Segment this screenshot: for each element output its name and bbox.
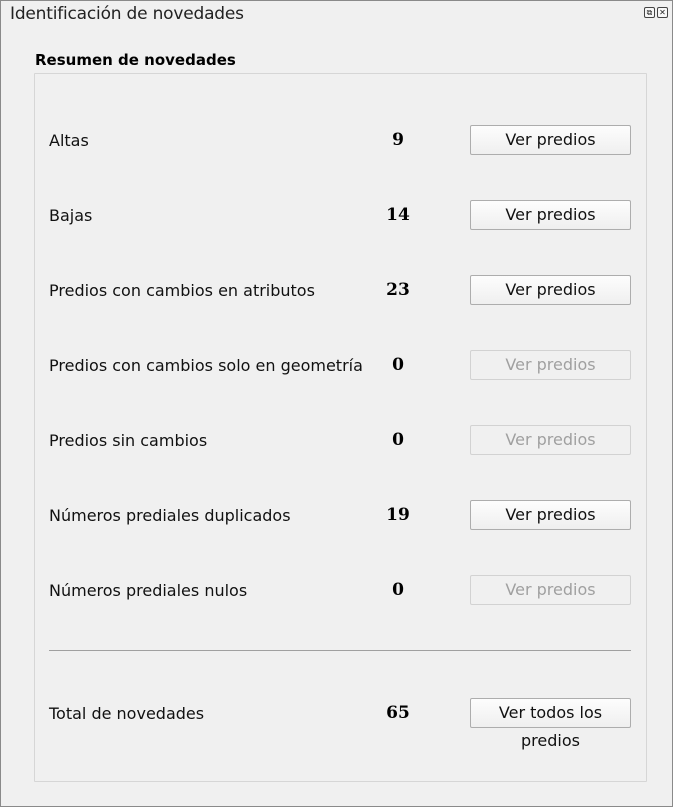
row-label: Predios con cambios en atributos [49,281,315,300]
ver-predios-duplicados-button[interactable]: Ver predios [470,500,631,530]
row-label: Predios sin cambios [49,431,208,450]
total-count: 65 [386,703,410,723]
row-count: 23 [386,280,410,300]
ver-predios-sin-cambios-button: Ver predios [470,425,631,455]
row-duplicados: Números prediales duplicados 19 Ver pred… [35,500,646,530]
row-count: 9 [392,130,404,150]
row-count: 19 [386,505,410,525]
row-label: Altas [49,131,89,150]
close-icon[interactable]: ✕ [657,7,668,18]
ver-predios-altas-button[interactable]: Ver predios [470,125,631,155]
dialog-window: Identificación de novedades ⧉ ✕ Resumen … [0,0,673,807]
divider [49,650,631,651]
row-count: 0 [392,355,404,375]
ver-predios-geometria-button: Ver predios [470,350,631,380]
row-label: Números prediales nulos [49,581,248,600]
row-nulos: Números prediales nulos 0 Ver predios [35,575,646,605]
row-label: Predios con cambios solo en geometría [49,356,363,375]
restore-icon[interactable]: ⧉ [644,7,655,18]
total-label: Total de novedades [49,704,205,723]
ver-predios-atributos-button[interactable]: Ver predios [470,275,631,305]
row-cambios-geometria: Predios con cambios solo en geometría 0 … [35,350,646,380]
window-title: Identificación de novedades [10,4,244,24]
ver-predios-nulos-button: Ver predios [470,575,631,605]
row-count: 0 [392,580,404,600]
row-count: 14 [386,205,410,225]
ver-predios-bajas-button[interactable]: Ver predios [470,200,631,230]
row-altas: Altas 9 Ver predios [35,125,646,155]
ver-todos-los-predios-button[interactable]: Ver todos los predios [470,698,631,750]
row-label: Números prediales duplicados [49,506,291,525]
row-total: Total de novedades 65 Ver todos los pred… [35,698,646,750]
row-label: Bajas [49,206,93,225]
section-title: Resumen de novedades [35,51,236,69]
row-bajas: Bajas 14 Ver predios [35,200,646,230]
row-sin-cambios: Predios sin cambios 0 Ver predios [35,425,646,455]
summary-group: Altas 9 Ver predios Bajas 14 Ver predios… [34,73,647,782]
titlebar-controls: ⧉ ✕ [644,7,668,18]
row-count: 0 [392,430,404,450]
row-cambios-atributos: Predios con cambios en atributos 23 Ver … [35,275,646,305]
